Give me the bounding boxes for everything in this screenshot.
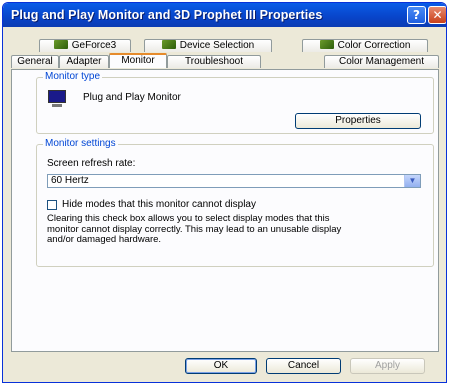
tab-geforce3[interactable]: GeForce3 — [39, 39, 131, 52]
properties-button-label: Properties — [335, 115, 381, 126]
ok-button-label: OK — [213, 360, 229, 371]
apply-button[interactable]: Apply — [350, 358, 425, 374]
monitor-type-group: Monitor type Plug and Play Monitor Prope… — [36, 71, 434, 134]
tab-general[interactable]: General — [11, 55, 59, 68]
tab-device-selection[interactable]: Device Selection — [144, 39, 272, 52]
chevron-down-icon[interactable]: ▼ — [404, 175, 420, 187]
tab-troubleshoot[interactable]: Troubleshoot — [167, 55, 261, 68]
hide-modes-checkbox[interactable] — [47, 200, 57, 210]
nvidia-icon — [53, 40, 68, 49]
refresh-rate-select[interactable]: 60 Hertz ▼ — [47, 174, 421, 188]
tab-monitor[interactable]: Monitor — [109, 53, 167, 68]
tab-adapter[interactable]: Adapter — [59, 55, 109, 68]
tab-color-correction-label: Color Correction — [337, 40, 411, 51]
tab-row-upper: GeForce3 Device Selection Color Correcti… — [11, 39, 439, 52]
ok-button[interactable]: OK — [185, 358, 257, 374]
monitor-type-label: Monitor type — [43, 71, 103, 82]
properties-dialog: Plug and Play Monitor and 3D Prophet III… — [2, 2, 447, 383]
apply-button-label: Apply — [374, 360, 400, 371]
monitor-name: Plug and Play Monitor — [83, 92, 181, 103]
description-line: and/or damaged hardware. — [47, 234, 162, 245]
monitor-tab-page: Monitor type Plug and Play Monitor Prope… — [11, 69, 439, 352]
refresh-rate-label: Screen refresh rate: — [47, 158, 136, 169]
description-line: Clearing this check box allows you to se… — [47, 213, 330, 224]
help-button[interactable]: ? — [407, 6, 426, 24]
monitor-settings-group: Monitor settings Screen refresh rate: 60… — [36, 138, 434, 267]
tab-row-lower: General Adapter Monitor Troubleshoot Col… — [11, 53, 439, 68]
title-bar[interactable]: Plug and Play Monitor and 3D Prophet III… — [3, 3, 446, 27]
tab-color-correction[interactable]: Color Correction — [302, 39, 428, 52]
nvidia-icon — [319, 40, 334, 49]
properties-button[interactable]: Properties — [295, 113, 421, 129]
cancel-button-label: Cancel — [287, 360, 320, 371]
monitor-settings-label: Monitor settings — [43, 138, 118, 149]
window-title: Plug and Play Monitor and 3D Prophet III… — [11, 8, 323, 22]
hide-modes-label[interactable]: Hide modes that this monitor cannot disp… — [62, 199, 256, 210]
hide-modes-description: Clearing this check box allows you to se… — [47, 213, 341, 246]
tab-device-selection-label: Device Selection — [179, 40, 255, 51]
tab-color-management[interactable]: Color Management — [324, 55, 439, 68]
monitor-icon — [47, 90, 67, 108]
refresh-rate-value: 60 Hertz — [51, 175, 89, 186]
tab-geforce3-label: GeForce3 — [71, 40, 117, 51]
cancel-button[interactable]: Cancel — [266, 358, 341, 374]
close-button[interactable]: ✕ — [428, 6, 446, 24]
nvidia-icon — [161, 40, 176, 49]
